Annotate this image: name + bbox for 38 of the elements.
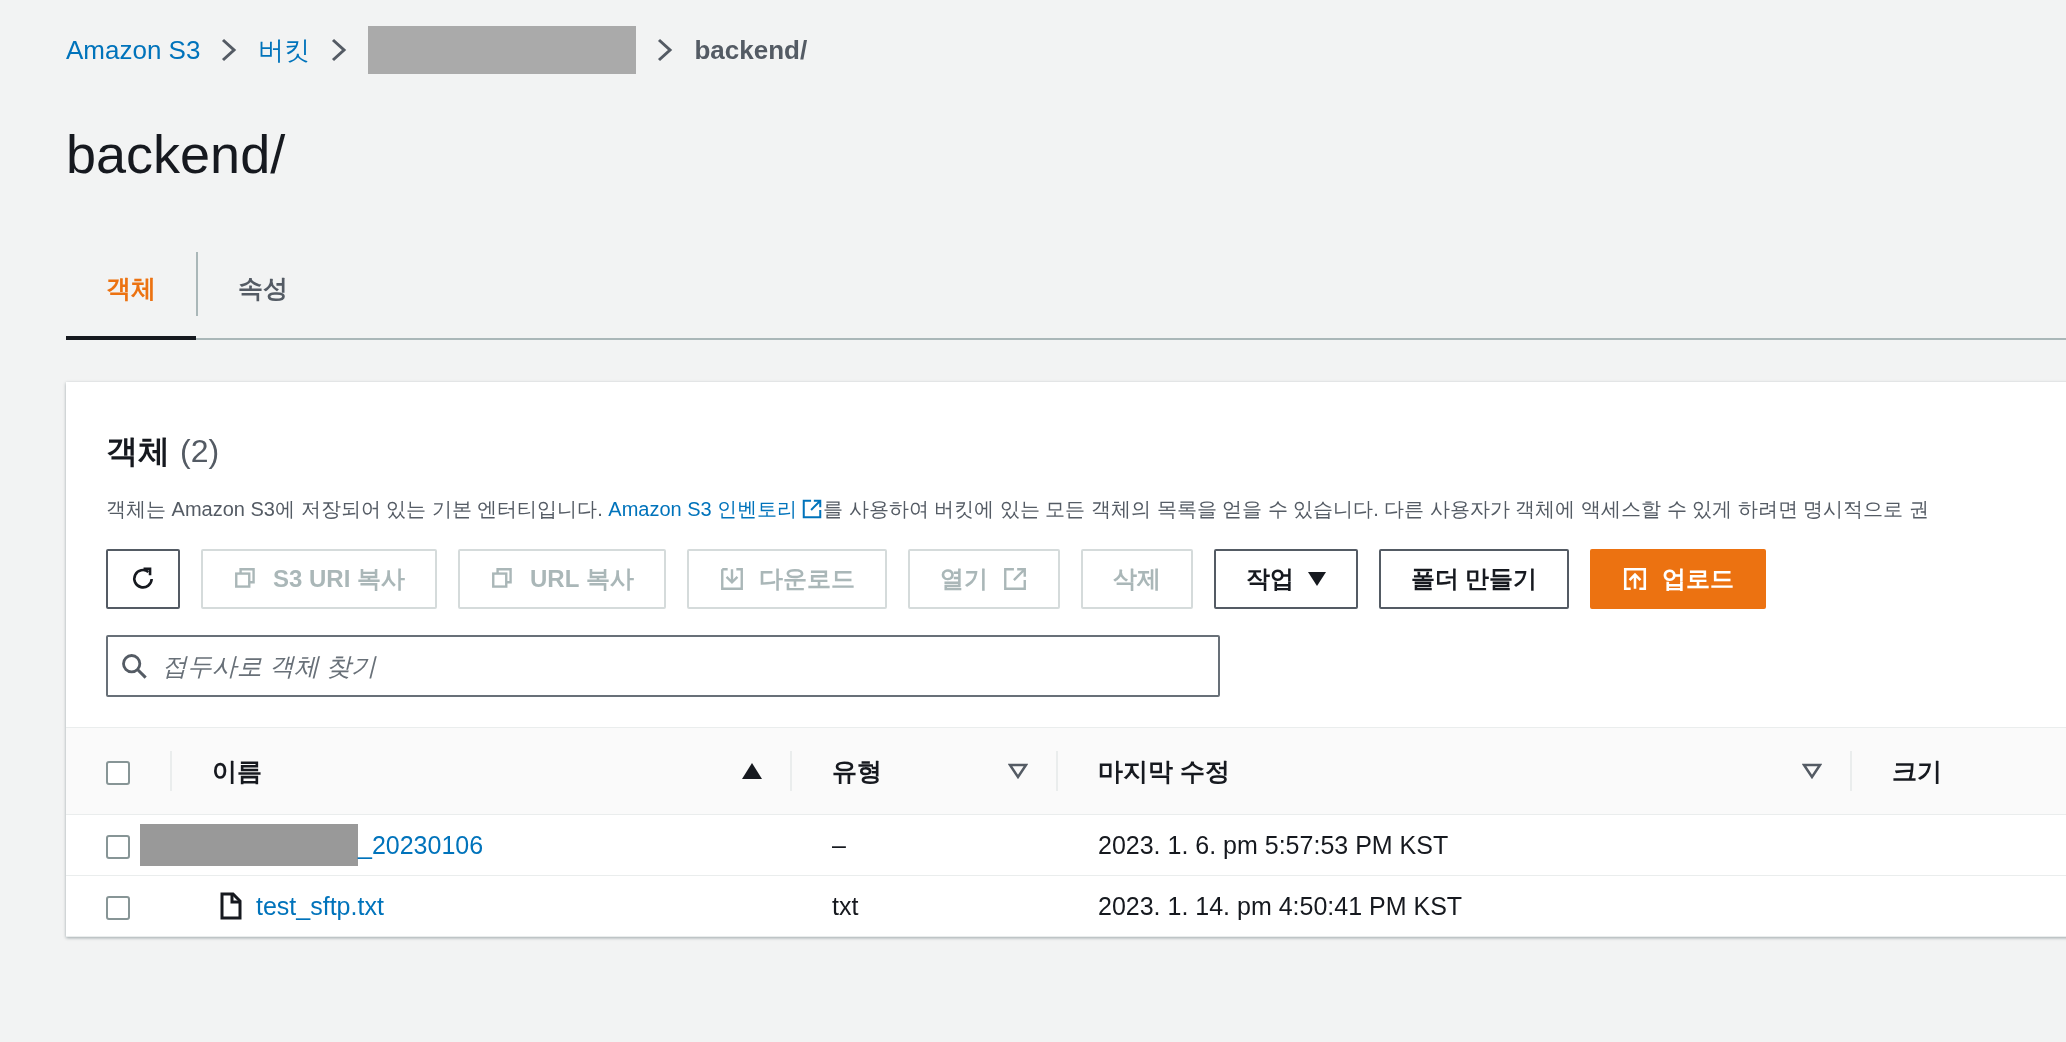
download-icon <box>718 566 745 592</box>
caret-icon <box>1307 572 1326 586</box>
external-link-icon <box>801 498 824 520</box>
breadcrumb-link[interactable]: 버킷 <box>258 32 311 68</box>
tab[interactable]: 속성 <box>198 240 328 340</box>
upload-button[interactable]: 업로드 <box>1590 549 1767 609</box>
column-header: 크기 <box>1892 755 1942 787</box>
page-title: backend/ <box>66 124 287 184</box>
column-header: 마지막 수정 <box>1098 755 1230 787</box>
type-text: – <box>832 830 846 859</box>
breadcrumb-current: backend/ <box>694 34 808 66</box>
upload-icon <box>1622 566 1649 592</box>
sort-icon[interactable] <box>1008 763 1028 779</box>
actions-dropdown[interactable]: 작업 <box>1213 549 1358 609</box>
row-checkbox[interactable] <box>106 895 130 920</box>
column-header: 이름 <box>212 755 262 787</box>
external-link-icon <box>1001 566 1028 592</box>
object-name-link[interactable]: _20230106 <box>358 830 484 860</box>
refresh-icon <box>130 566 156 592</box>
search-field[interactable]: 접두사로 객체 찾기 <box>106 635 1220 697</box>
inventory-link[interactable]: Amazon S3 인벤토리 <box>608 498 824 520</box>
breadcrumb-link[interactable]: Amazon S3 <box>66 34 201 66</box>
toolbar-button[interactable]: 폴더 만들기 <box>1378 549 1570 609</box>
type-text: txt <box>832 891 859 920</box>
file-icon <box>220 892 242 920</box>
column-header: 유형 <box>832 755 882 787</box>
refresh-button[interactable] <box>106 549 180 609</box>
sort-ascending-icon[interactable] <box>742 763 762 779</box>
modified-text: 2023. 1. 14. pm 4:50:41 PM KST <box>1098 891 1463 920</box>
search-icon <box>120 652 148 680</box>
panel-heading: 객체 <box>106 432 170 471</box>
modified-text: 2023. 1. 6. pm 5:57:53 PM KST <box>1098 830 1449 859</box>
select-all-checkbox[interactable] <box>106 760 130 785</box>
sort-icon[interactable] <box>1802 763 1822 779</box>
row-checkbox[interactable] <box>106 834 130 859</box>
panel-description: 객체는 Amazon S3에 저장되어 있는 기본 엔터티입니다. Amazon S3 인벤토리 를 사용하여 버킷에 있는 모든 객체의 목록을 얻을 수 있습니다. 다른 사용자가 객체에 액세스할 수 있게 하려면 명시적으로 권 <box>106 497 1930 522</box>
object-name-link[interactable]: test_sftp.txt <box>256 891 384 921</box>
object-count: (2) <box>180 433 220 470</box>
